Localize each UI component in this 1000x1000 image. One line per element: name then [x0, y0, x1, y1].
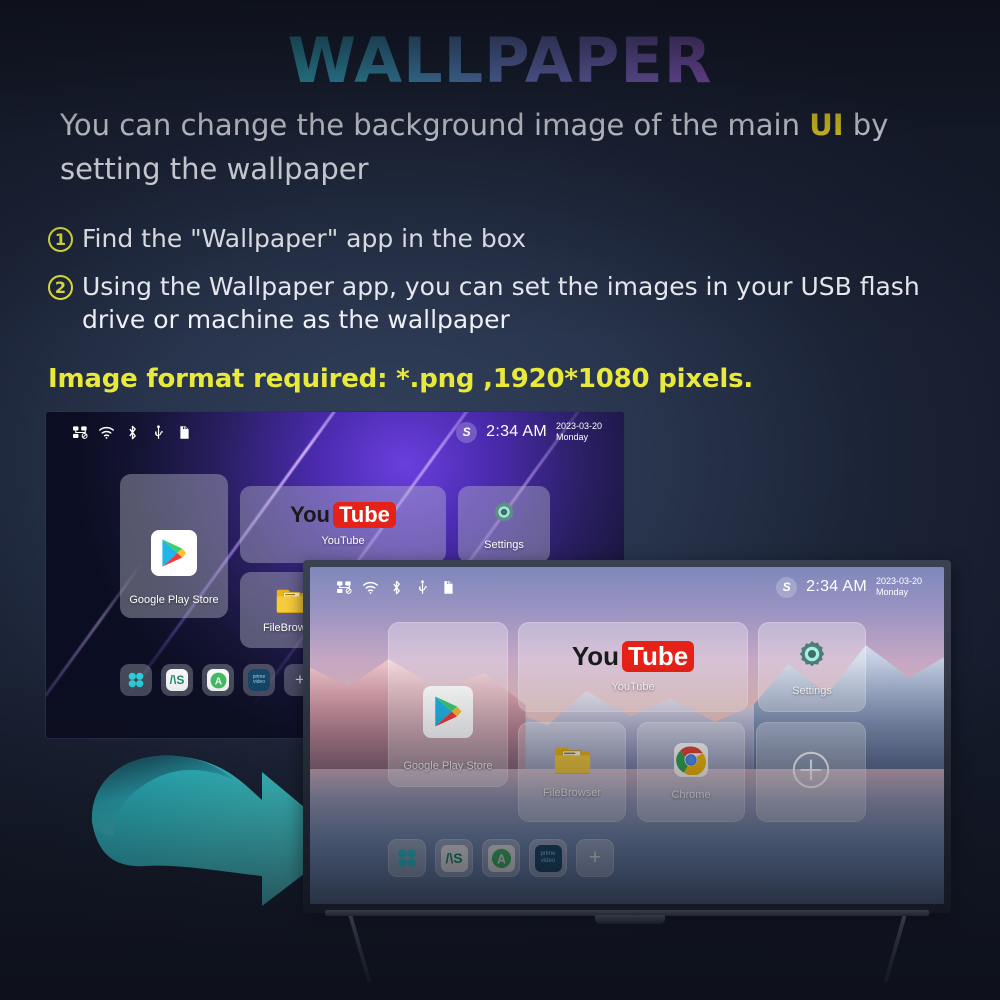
dock-item-prime-video[interactable]: prime video [529, 839, 567, 877]
add-circle-icon [790, 749, 832, 796]
step-text: Using the Wallpaper app, you can set the… [82, 271, 920, 335]
page-title: WALLPAPER [0, 24, 1000, 97]
as-icon: /\S [440, 844, 468, 872]
chrome-icon [674, 743, 708, 777]
step-text: Find the "Wallpaper" app in the box [82, 224, 527, 253]
wifi-icon [362, 580, 379, 595]
tv-screen: S 2:34 AM 2023-03-20 Monday Google Play … [310, 567, 944, 904]
status-bar: S 2:34 AM 2023-03-20 Monday [46, 412, 624, 452]
poster-root: WALLPAPER You can change the background … [0, 0, 1000, 1000]
tile-label: Settings [792, 684, 832, 697]
tile-label: FileBrowser [542, 787, 602, 799]
intro-highlight-ui: UI [809, 108, 844, 142]
tv-screenshot-custom-wallpaper: S 2:34 AM 2023-03-20 Monday Google Play … [303, 560, 951, 982]
tile-chrome[interactable]: Chrome [637, 722, 745, 822]
status-right-group: S 2:34 AM 2023-03-20 Monday [776, 576, 922, 598]
dock-item-aptoide[interactable]: A [482, 839, 520, 877]
step-number-badge: 1 [48, 227, 73, 252]
step-item: 1 Find the "Wallpaper" app in the box [48, 222, 953, 256]
brand-logo-icon: S [456, 421, 478, 443]
youtube-logo-you: You [571, 641, 619, 671]
ethernet-icon [72, 425, 89, 440]
tile-label: Google Play Store [129, 594, 219, 606]
youtube-logo-you: You [290, 502, 330, 527]
weekday-value: Monday [875, 587, 908, 597]
as-icon: /\S [166, 669, 188, 691]
settings-gear-icon [491, 499, 517, 530]
usb-icon [414, 579, 431, 595]
google-play-icon [423, 685, 473, 738]
youtube-icon: You Tube [290, 502, 396, 528]
clock-date: 2023-03-20 Monday [876, 576, 922, 597]
brand-logo-icon: S [776, 576, 798, 598]
status-bar: S 2:34 AM 2023-03-20 Monday [310, 567, 944, 607]
date-value: 2023-03-20 [555, 421, 602, 432]
youtube-logo-tube: Tube [333, 502, 396, 528]
apps-grid-icon [395, 846, 420, 871]
dock-item-as[interactable]: /\S [161, 664, 193, 696]
intro-paragraph: You can change the background image of t… [60, 104, 950, 191]
tile-settings[interactable]: Settings [458, 486, 550, 563]
bluetooth-icon [124, 425, 141, 440]
format-requirement-note: Image format required: *.png ,1920*1080 … [48, 364, 754, 394]
tile-google-play-store[interactable]: Google Play Store [388, 622, 508, 787]
youtube-logo-tube: Tube [622, 641, 695, 672]
clock-time: 2:34 AM [486, 423, 547, 440]
steps-list: 1 Find the "Wallpaper" app in the box 2 … [48, 222, 953, 351]
tile-label: YouTube [321, 535, 365, 547]
prime-video-icon: prime video [248, 669, 270, 691]
add-icon: + [588, 846, 602, 869]
usb-icon [150, 424, 167, 440]
clock-date: 2023-03-20 Monday [556, 421, 602, 442]
tile-label: Chrome [671, 789, 711, 801]
wifi-icon [98, 425, 115, 440]
dock-bar: /\S A prime video + [120, 664, 316, 696]
tile-settings[interactable]: Settings [758, 622, 866, 712]
settings-gear-icon [796, 638, 828, 675]
aptoide-icon: A [207, 669, 229, 691]
weekday-value: Monday [555, 432, 588, 442]
dock-item-aptoide[interactable]: A [202, 664, 234, 696]
prime-video-icon: prime video [534, 844, 562, 872]
youtube-icon: You Tube [571, 641, 695, 672]
folder-icon [554, 745, 591, 775]
tv-stand-center-nub [595, 915, 665, 924]
tile-youtube[interactable]: You Tube YouTube [518, 622, 748, 712]
status-icons-group [72, 424, 193, 440]
step-item: 2 Using the Wallpaper app, you can set t… [48, 270, 953, 337]
tile-add-app[interactable] [756, 722, 866, 822]
tv-bezel: S 2:34 AM 2023-03-20 Monday Google Play … [303, 560, 951, 913]
sdcard-icon [176, 425, 193, 440]
clock-time: 2:34 AM [806, 578, 867, 595]
tile-youtube[interactable]: You Tube YouTube [240, 486, 446, 563]
tile-filebrowser[interactable]: FileBrowser [518, 722, 626, 822]
dock-bar: /\S A prime video + [388, 839, 614, 877]
svg-text:A: A [214, 676, 222, 687]
tile-google-play-store[interactable]: Google Play Store [120, 474, 228, 618]
dock-item-prime-video[interactable]: prime video [243, 664, 275, 696]
apps-grid-icon [126, 670, 146, 690]
tile-label: YouTube [611, 681, 655, 693]
google-play-icon [151, 530, 197, 576]
dock-item-apps[interactable] [388, 839, 426, 877]
status-right-group: S 2:34 AM 2023-03-20 Monday [456, 421, 602, 443]
dock-item-as[interactable]: /\S [435, 839, 473, 877]
tile-label: Settings [484, 538, 524, 551]
bluetooth-icon [388, 580, 405, 595]
aptoide-icon: A [487, 844, 515, 872]
step-number-badge: 2 [48, 274, 73, 300]
tv-stand-leg-left [348, 916, 372, 982]
date-value: 2023-03-20 [875, 576, 922, 587]
dock-item-apps[interactable] [120, 664, 152, 696]
svg-text:A: A [497, 852, 506, 866]
ethernet-icon [336, 580, 353, 595]
tv-stand-leg-right [883, 916, 907, 982]
status-icons-group [336, 579, 457, 595]
sdcard-icon [440, 580, 457, 595]
tile-label: Google Play Store [403, 759, 493, 772]
intro-text-before: You can change the background image of t… [60, 108, 810, 142]
dock-item-add[interactable]: + [576, 839, 614, 877]
